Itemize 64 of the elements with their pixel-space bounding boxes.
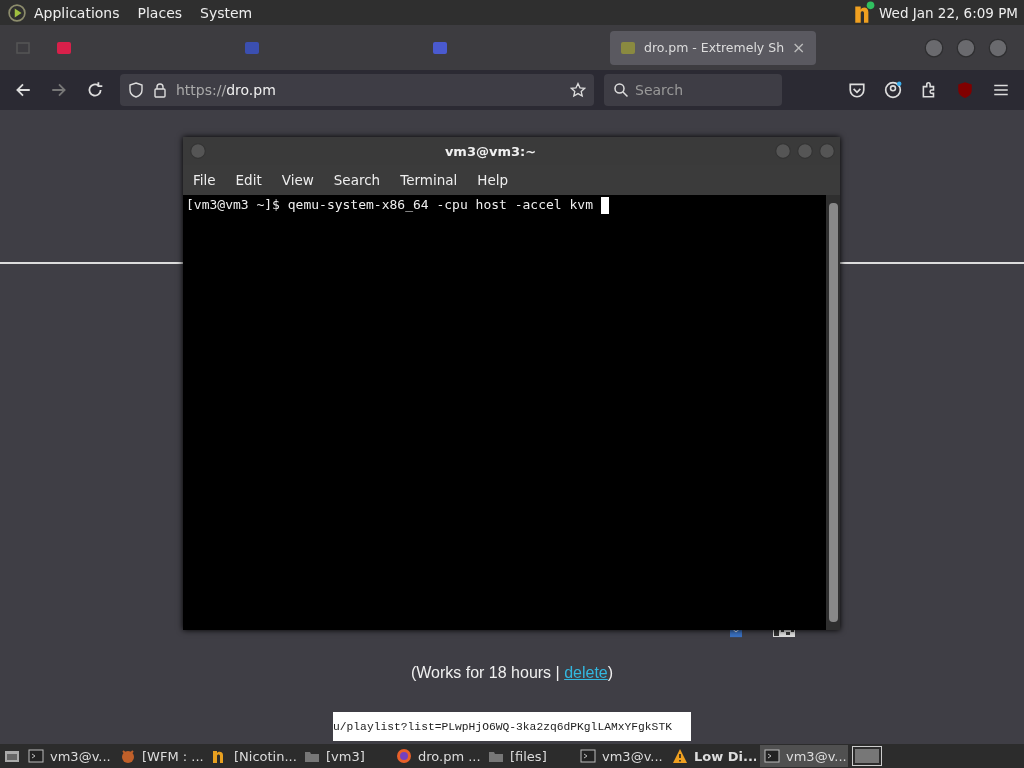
show-desktop-icon[interactable] bbox=[4, 748, 20, 764]
terminal-menu-item[interactable]: Edit bbox=[235, 172, 262, 188]
taskbar-button[interactable]: [WFM : ... bbox=[116, 745, 204, 767]
taskbar-label: vm3@v... bbox=[602, 748, 663, 764]
share-url-field[interactable]: u/playlist?list=PLwpHjO6WQ-3ka2zq6dPKglLAMxYFgkSTK bbox=[333, 712, 691, 741]
taskbar-label: [WFM : ... bbox=[142, 748, 204, 764]
window-control-icon[interactable] bbox=[956, 37, 976, 58]
command-line: [vm3@vm3 ~]$ qemu-system-x86_64 -cpu host -accel kvm bbox=[186, 197, 594, 212]
taskbar-label: Low Di... bbox=[694, 748, 756, 764]
scrollbar-thumb[interactable] bbox=[828, 203, 838, 622]
browser-tab[interactable]: dro.pm - Extremely Sh × bbox=[610, 30, 816, 65]
taskbar-label: [vm3] bbox=[326, 748, 365, 764]
terminal-icon bbox=[764, 748, 780, 764]
shield-icon[interactable] bbox=[128, 82, 144, 98]
taskbar-button[interactable]: vm3@v... bbox=[760, 745, 848, 767]
text-cursor bbox=[600, 197, 609, 214]
search-field[interactable]: Search bbox=[604, 74, 782, 106]
browser-icon bbox=[396, 748, 412, 764]
panel-menu[interactable]: Applications bbox=[34, 4, 120, 21]
lock-icon[interactable] bbox=[152, 82, 168, 98]
url-text: https://dro.pm bbox=[176, 82, 276, 98]
taskbar-label: vm3@v... bbox=[786, 748, 847, 764]
taskbar-label: [Nicotin... bbox=[234, 748, 296, 764]
app-tray-icon[interactable] bbox=[853, 0, 875, 25]
window-title: vm3@vm3:~ bbox=[443, 143, 538, 159]
taskbar-button[interactable]: Low Di... bbox=[668, 745, 756, 767]
terminal-menu-item[interactable]: Terminal bbox=[400, 172, 458, 188]
taskbar-label: vm3@v... bbox=[50, 748, 111, 764]
terminal-output[interactable]: [vm3@vm3 ~]$ qemu-system-x86_64 -cpu host -accel kvm bbox=[183, 195, 826, 630]
star-icon[interactable] bbox=[570, 82, 586, 98]
taskbar-button[interactable]: vm3@v... bbox=[576, 745, 664, 767]
pocket-icon[interactable] bbox=[848, 81, 866, 99]
account-icon[interactable] bbox=[884, 81, 902, 99]
window-control-icon[interactable] bbox=[988, 37, 1008, 58]
forward-icon[interactable] bbox=[50, 81, 68, 99]
expiry-note: (Works for 18 hours | delete) bbox=[410, 664, 614, 682]
terminal-menu-item[interactable]: Help bbox=[477, 172, 509, 188]
taskbar-button[interactable]: vm3@v... bbox=[24, 745, 112, 767]
taskbar-button[interactable]: [Nicotin... bbox=[208, 745, 296, 767]
terminal-menu-item[interactable]: Search bbox=[333, 172, 381, 188]
taskbar-button[interactable]: [files] bbox=[484, 745, 572, 767]
delete-link[interactable]: delete bbox=[564, 664, 608, 681]
reload-icon[interactable] bbox=[86, 81, 104, 99]
taskbar-button[interactable]: dro.pm ... bbox=[392, 745, 480, 767]
terminal-menu-item[interactable]: File bbox=[193, 172, 216, 188]
taskbar-button[interactable]: [vm3] bbox=[300, 745, 388, 767]
scrollbar[interactable] bbox=[826, 195, 840, 630]
workspace-switcher[interactable] bbox=[852, 746, 882, 766]
panel-menu[interactable]: Places bbox=[137, 4, 183, 21]
terminal-icon bbox=[28, 748, 44, 764]
clock[interactable]: Wed Jan 22, 6:09 PM bbox=[879, 4, 1018, 21]
window-control-icon[interactable] bbox=[924, 37, 944, 58]
search-icon bbox=[613, 82, 629, 98]
terminal-menu-item[interactable]: View bbox=[281, 172, 314, 188]
back-icon[interactable] bbox=[14, 81, 32, 99]
address-bar[interactable]: https://dro.pm bbox=[120, 74, 594, 106]
terminal-icon bbox=[580, 748, 596, 764]
panel-menu[interactable]: System bbox=[200, 4, 253, 21]
taskbar-label: [files] bbox=[510, 748, 547, 764]
menu-logo-icon[interactable] bbox=[8, 3, 26, 22]
fox-icon bbox=[120, 748, 136, 764]
warning-icon bbox=[672, 748, 688, 764]
close-tab-button[interactable]: × bbox=[792, 38, 806, 57]
taskbar-label: dro.pm ... bbox=[418, 748, 480, 764]
